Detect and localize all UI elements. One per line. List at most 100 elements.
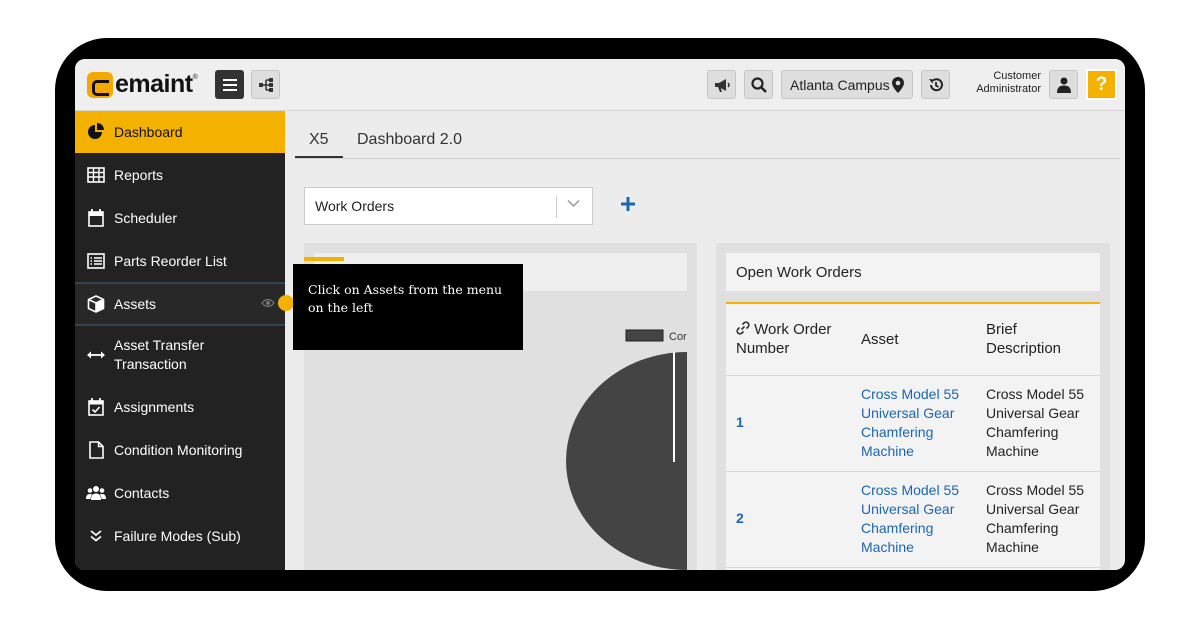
legend-swatch — [625, 329, 664, 342]
asset-line: Chamfering — [861, 424, 934, 440]
pie-slice-separator — [673, 352, 675, 462]
description-cell: Cross Model 55 Universal Gear Chamfering… — [986, 481, 1084, 557]
sidebar-item-label: Assignments — [114, 399, 195, 415]
label-line-1: Asset Transfer — [114, 337, 205, 353]
chevrons-down-icon — [90, 530, 102, 542]
asset-link[interactable]: Cross Model 55 Universal Gear Chamfering… — [861, 481, 959, 557]
asset-line: Machine — [861, 443, 914, 459]
sidebar-item-label: Contacts — [114, 485, 170, 501]
user-icon — [1056, 77, 1071, 93]
logo-trademark: ® — [192, 74, 198, 81]
row-divider — [726, 471, 1100, 472]
list-icon — [87, 253, 105, 269]
description-line: Cross Model 55 — [986, 482, 1085, 498]
asset-line: Chamfering — [861, 520, 934, 536]
hamburger-menu-button[interactable] — [215, 70, 244, 99]
sidebar: Dashboard Reports Scheduler Parts Reorde… — [75, 111, 285, 570]
tab-x5[interactable]: X5 — [309, 131, 329, 149]
pie-slice — [566, 352, 687, 570]
sidebar-item-dashboard[interactable]: Dashboard — [75, 111, 285, 153]
work-orders-table: Work Order Number Asset Brief Descriptio… — [726, 304, 1100, 570]
help-button[interactable]: ? — [1086, 69, 1117, 100]
asset-line: Cross Model 55 — [861, 386, 960, 402]
dashboard-tabs: X5 Dashboard 2.0 — [295, 119, 1120, 159]
sidebar-item-scheduler[interactable]: Scheduler — [75, 197, 285, 239]
sidebar-item-label: Parts Reorder List — [114, 253, 227, 269]
description-line: Universal Gear — [986, 405, 1080, 421]
sidebar-item-assets[interactable]: Assets — [75, 284, 285, 324]
select-value: Work Orders — [315, 198, 395, 214]
emaint-logo[interactable]: emaint ® — [87, 70, 198, 99]
sidebar-divider — [75, 324, 285, 326]
description-line: Machine — [986, 443, 1039, 459]
sidebar-item-assignments[interactable]: Assignments — [75, 386, 285, 428]
chart-header-accent — [304, 257, 344, 261]
widget-title: Open Work Orders — [726, 253, 1100, 291]
description-line: Universal Gear — [986, 501, 1080, 517]
history-icon — [928, 77, 943, 91]
sidebar-item-failure-modes[interactable]: Failure Modes (Sub) — [75, 515, 285, 557]
map-pin-icon — [892, 77, 904, 93]
sidebar-item-label: Failure Modes (Sub) — [114, 528, 241, 544]
sidebar-item-reports[interactable]: Reports — [75, 154, 285, 196]
user-name: Customer Administrator — [976, 70, 1041, 95]
user-profile-button[interactable] — [1049, 70, 1078, 99]
sidebar-item-label: Asset Transfer Transaction — [114, 336, 204, 374]
arrows-horizontal-icon — [87, 351, 105, 359]
campus-selector[interactable]: Atlanta Campus — [781, 70, 913, 99]
asset-line: Cross Model 55 — [861, 482, 960, 498]
chevron-down-icon — [567, 199, 580, 208]
tour-beacon[interactable] — [278, 295, 294, 311]
label-line-2: Transaction — [114, 356, 187, 372]
sidebar-item-label: Assets — [114, 296, 157, 312]
wo-number-link[interactable]: 1 — [736, 413, 744, 432]
sidebar-item-contacts[interactable]: Contacts — [75, 472, 285, 514]
sitemap-button[interactable] — [251, 70, 280, 99]
sidebar-item-label: Reports — [114, 167, 164, 183]
cube-icon — [87, 295, 105, 313]
header-line-2: Description — [986, 340, 1062, 357]
row-divider — [726, 567, 1100, 568]
select-divider — [556, 196, 557, 218]
announcements-button[interactable] — [707, 70, 736, 99]
column-header-wo-number[interactable]: Work Order Number — [736, 320, 831, 358]
table-icon — [87, 167, 105, 183]
search-button[interactable] — [744, 70, 773, 99]
header-line-1: Work Order — [754, 321, 832, 338]
eye-icon[interactable] — [261, 298, 275, 308]
campus-label: Atlanta Campus — [790, 76, 890, 93]
sidebar-item-parts-reorder-list[interactable]: Parts Reorder List — [75, 240, 285, 282]
column-header-description[interactable]: Brief Description — [986, 320, 1061, 358]
history-button[interactable] — [921, 70, 950, 99]
pie-chart-icon — [88, 123, 104, 139]
active-tab-indicator — [295, 156, 343, 158]
logo-mark-icon — [87, 71, 113, 98]
widget-type-select[interactable]: Work Orders — [304, 187, 593, 225]
wo-number-link[interactable]: 2 — [736, 509, 744, 528]
description-line: Cross Model 55 — [986, 386, 1085, 402]
sidebar-item-label: Dashboard — [114, 124, 183, 140]
description-line: Chamfering — [986, 520, 1059, 536]
tab-dashboard-2[interactable]: Dashboard 2.0 — [357, 131, 462, 149]
asset-line: Machine — [861, 539, 914, 555]
hamburger-icon — [222, 78, 237, 91]
legend-label: Cor — [669, 331, 687, 343]
sidebar-item-asset-transfer-transaction[interactable]: Asset Transfer Transaction — [75, 327, 285, 383]
description-line: Machine — [986, 539, 1039, 555]
megaphone-icon — [714, 78, 730, 92]
header-line-2: Number — [736, 340, 790, 357]
column-header-asset[interactable]: Asset — [861, 330, 899, 349]
calendar-icon — [88, 209, 104, 227]
open-work-orders-widget: Open Work Orders Work Order Number Asset… — [716, 243, 1110, 570]
add-widget-button[interactable] — [620, 196, 636, 212]
description-line: Chamfering — [986, 424, 1059, 440]
link-icon — [736, 321, 750, 335]
sidebar-item-label: Scheduler — [114, 210, 178, 226]
description-cell: Cross Model 55 Universal Gear Chamfering… — [986, 385, 1084, 461]
sidebar-item-condition-monitoring[interactable]: Condition Monitoring — [75, 429, 285, 471]
sidebar-item-label: Condition Monitoring — [114, 442, 243, 458]
asset-link[interactable]: Cross Model 55 Universal Gear Chamfering… — [861, 385, 959, 461]
search-icon — [750, 76, 767, 93]
row-divider — [726, 375, 1100, 376]
logo-text: emaint — [115, 70, 193, 98]
